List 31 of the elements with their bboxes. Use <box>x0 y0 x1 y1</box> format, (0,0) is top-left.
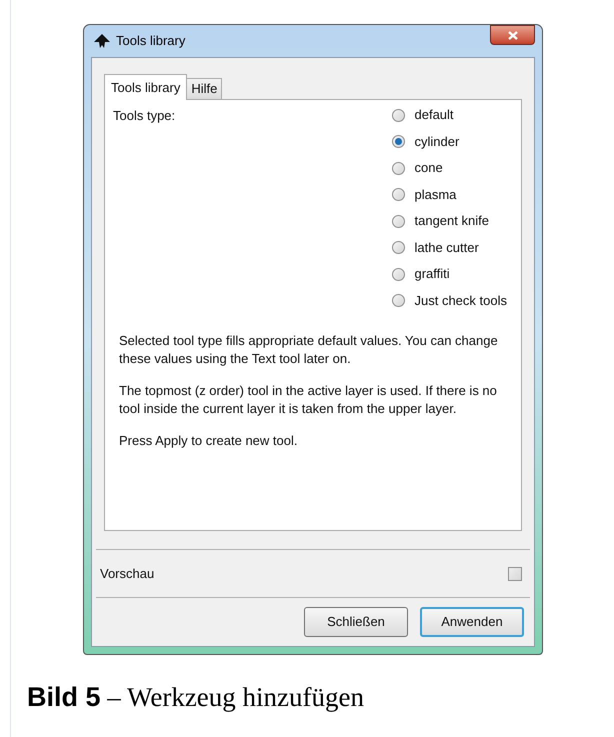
close-icon <box>508 30 518 40</box>
radio-button[interactable] <box>392 108 404 122</box>
radio-label: tangent knife <box>414 212 489 230</box>
figure-caption: Bild 5 – Werkzeug hinzufügen <box>27 681 366 714</box>
radio-label: cylinder <box>414 132 460 151</box>
tab[interactable]: Hilfe <box>187 78 222 99</box>
radio-label: lathe cutter <box>414 238 479 257</box>
radio-label: Just check tools <box>414 292 507 310</box>
tab[interactable]: Tools library <box>104 74 188 100</box>
help-paragraph: Selected tool type fills appropriate default values. You can change these values using the Text tool later on. <box>119 332 499 368</box>
radio-button[interactable] <box>392 241 404 254</box>
radio-button[interactable] <box>392 188 404 201</box>
radio-button[interactable] <box>392 214 404 228</box>
dialog-button[interactable]: Schließen <box>304 607 408 637</box>
help-paragraph: The topmost (z order) tool in the active layer is used. If there is no tool inside the current layer it is taken from the upper layer. <box>119 382 498 418</box>
radio-label: default <box>414 106 454 124</box>
close-button[interactable] <box>490 25 535 45</box>
tools-type-label: Tools type: <box>113 107 176 125</box>
radio-label: graffiti <box>414 265 450 284</box>
radio-button[interactable] <box>392 162 404 174</box>
app-logo-icon <box>93 33 111 49</box>
help-paragraph: Press Apply to create new tool. <box>119 432 298 450</box>
radio-button[interactable] <box>392 135 404 148</box>
radio-label: cone <box>414 159 443 178</box>
radio-button[interactable] <box>392 268 404 280</box>
radio-label: plasma <box>414 186 456 204</box>
radio-button[interactable] <box>392 294 404 307</box>
preview-checkbox[interactable] <box>508 566 522 580</box>
window-title: Tools library <box>116 32 186 50</box>
preview-label: Vorschau <box>100 564 154 583</box>
dialog-button[interactable]: Anwenden <box>420 607 524 637</box>
